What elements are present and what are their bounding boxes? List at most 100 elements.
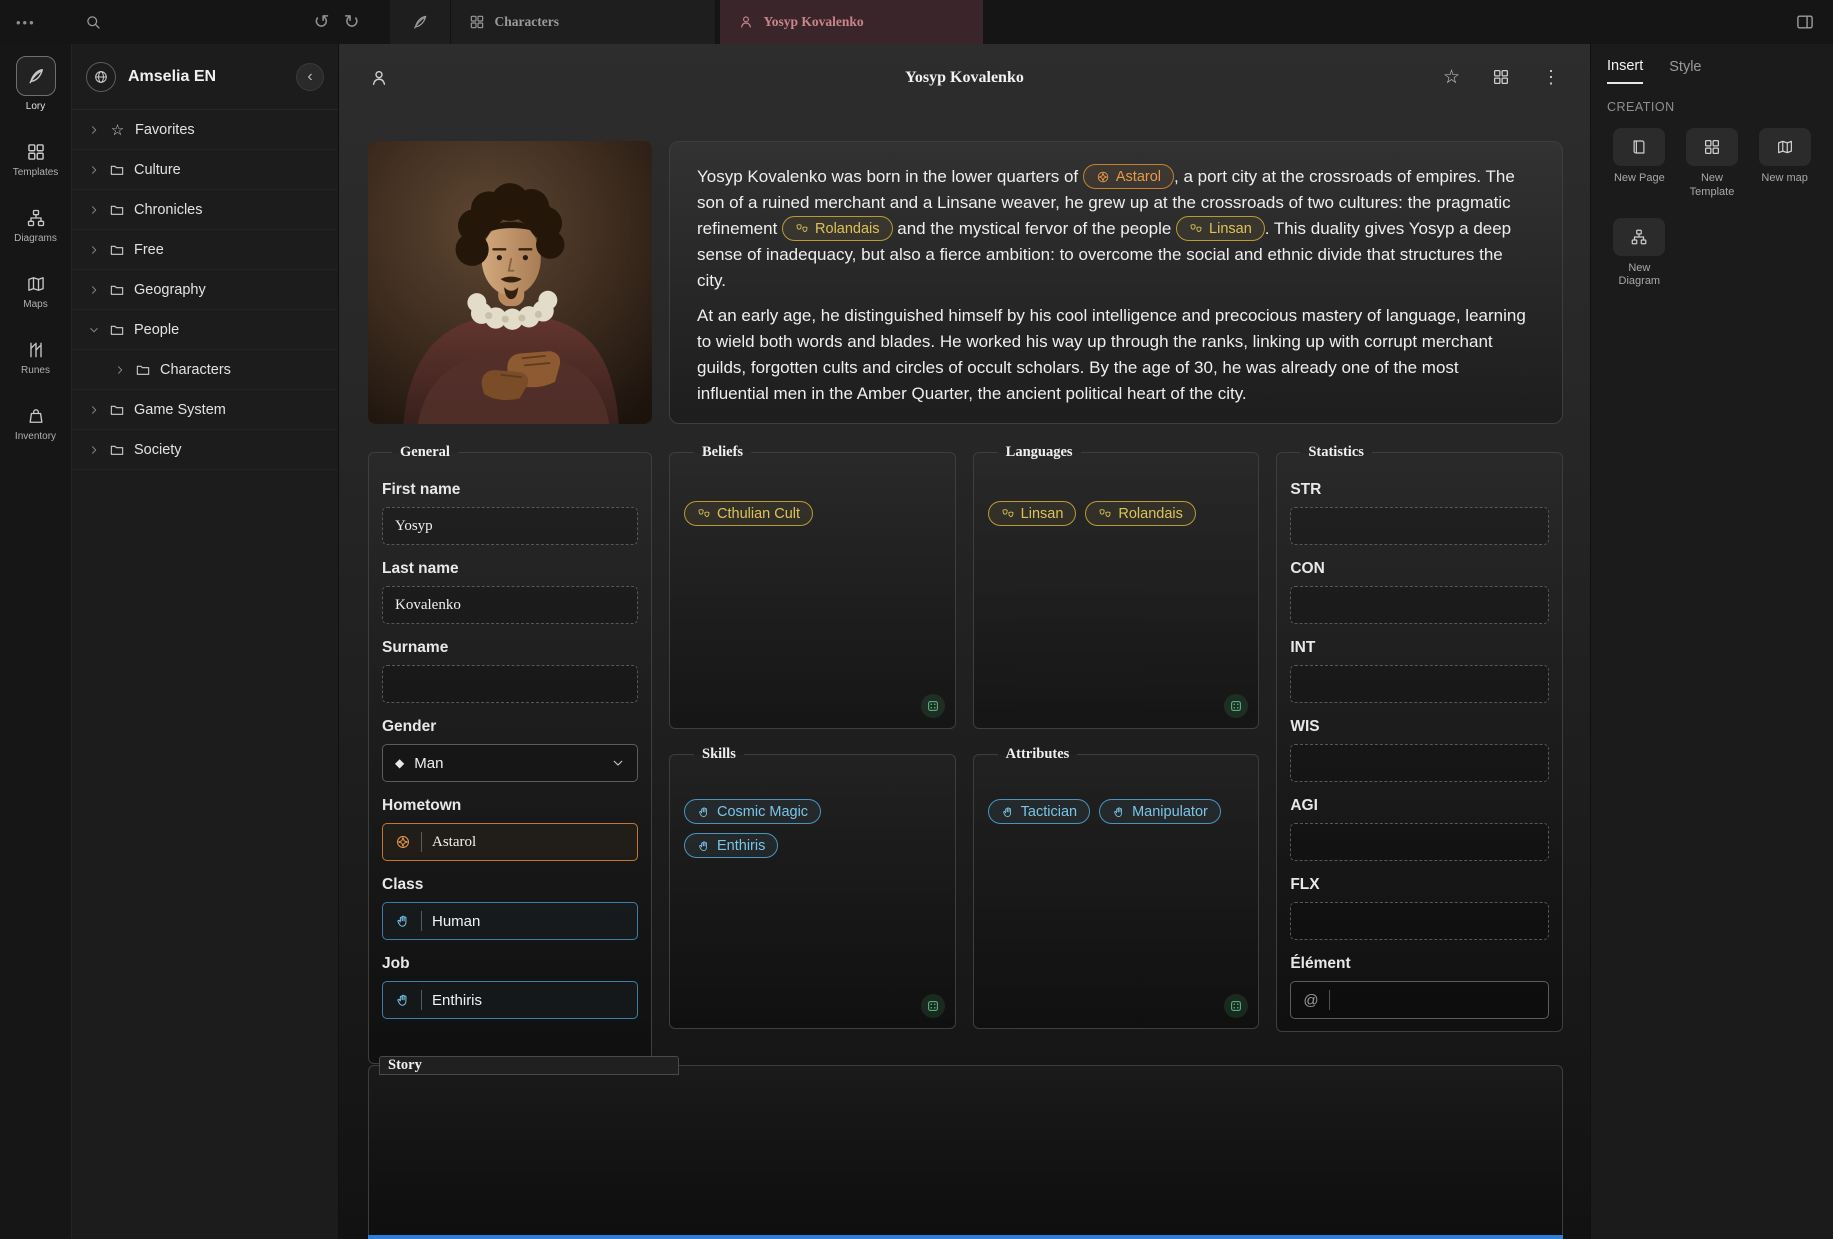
- element-input[interactable]: @: [1290, 981, 1549, 1019]
- dice-icon: [926, 699, 940, 713]
- job-input[interactable]: Enthiris: [382, 981, 638, 1019]
- sidebar-item-free[interactable]: Free: [72, 230, 338, 270]
- redo-button[interactable]: ↻: [344, 11, 360, 34]
- toggle-right-panel-button[interactable]: [1795, 12, 1815, 32]
- new-map-button[interactable]: New map: [1752, 128, 1817, 200]
- rail-item-runes[interactable]: Runes: [0, 340, 71, 376]
- kebab-icon: ⋮: [1542, 67, 1560, 87]
- diagram-icon: [26, 208, 46, 228]
- rail-item-templates[interactable]: Templates: [0, 142, 71, 178]
- tab-insert[interactable]: Insert: [1607, 58, 1643, 84]
- page-type-button[interactable]: [369, 68, 389, 88]
- at-icon: @: [1303, 992, 1318, 1009]
- hometown-input[interactable]: Astarol: [382, 823, 638, 861]
- globe-icon: [93, 69, 109, 85]
- tab-style[interactable]: Style: [1669, 58, 1701, 84]
- favorite-button[interactable]: ☆: [1443, 66, 1460, 89]
- new-template-button[interactable]: New Template: [1680, 128, 1745, 200]
- hand-icon: [395, 992, 411, 1008]
- tab-yosyp-kovalenko[interactable]: Yosyp Kovalenko: [720, 0, 983, 44]
- layout-icon: [1795, 12, 1815, 32]
- window-menu-button[interactable]: •••: [16, 15, 36, 30]
- sidebar-item-people[interactable]: People: [72, 310, 338, 350]
- activity-rail: Lory Templates Diagrams Maps Runes Inven…: [0, 44, 72, 1239]
- stat-wis-input[interactable]: [1290, 744, 1549, 782]
- portrait-image: [368, 141, 652, 424]
- folder-icon: [109, 242, 125, 258]
- tag-cthulian-cult[interactable]: Cthulian Cult: [684, 501, 813, 526]
- dice-icon: [926, 999, 940, 1013]
- sidebar-item-game-system[interactable]: Game System: [72, 390, 338, 430]
- sidebar-item-chronicles[interactable]: Chronicles: [72, 190, 338, 230]
- tag-cosmic-magic[interactable]: Cosmic Magic: [684, 799, 821, 824]
- stat-flx-input[interactable]: [1290, 902, 1549, 940]
- dice-roll-button[interactable]: [921, 694, 945, 718]
- story-editor[interactable]: [369, 1075, 1562, 1225]
- topbar: ••• ↺ ↻ Characters Yosyp Kovalenko: [0, 0, 1833, 44]
- sidebar-item-characters[interactable]: Characters: [72, 350, 338, 390]
- masks-icon: [1001, 507, 1015, 521]
- sidebar-item-geography[interactable]: Geography: [72, 270, 338, 310]
- folder-tree: ☆ Favorites Culture Chronicles Free: [72, 110, 338, 470]
- skills-panel: Skills Cosmic Magic Enthiris: [669, 746, 956, 1029]
- statistics-legend: Statistics: [1300, 444, 1372, 461]
- insert-panel-tabs: Insert Style: [1607, 58, 1817, 84]
- rail-item-label: Lory: [26, 101, 45, 112]
- hand-icon: [697, 805, 711, 819]
- sidebar-item-label: Free: [134, 242, 164, 258]
- last-name-input[interactable]: [382, 586, 638, 624]
- grid-icon: [469, 14, 485, 30]
- new-page-button[interactable]: New Page: [1607, 128, 1672, 200]
- rail-item-lory[interactable]: Lory: [0, 56, 71, 112]
- dice-roll-button[interactable]: [1224, 994, 1248, 1018]
- project-title: Amselia EN: [128, 68, 216, 86]
- class-input[interactable]: Human: [382, 902, 638, 940]
- tag-label: Rolandais: [1118, 506, 1183, 522]
- stat-str-input[interactable]: [1290, 507, 1549, 545]
- beliefs-legend: Beliefs: [694, 444, 751, 461]
- stat-int-input[interactable]: [1290, 665, 1549, 703]
- dice-roll-button[interactable]: [1224, 694, 1248, 718]
- character-portrait[interactable]: [368, 141, 652, 424]
- tag-linsan[interactable]: Linsan: [988, 501, 1077, 526]
- gender-select[interactable]: ◆ Man: [382, 744, 638, 782]
- layout-grid-button[interactable]: [1492, 68, 1510, 86]
- rail-item-maps[interactable]: Maps: [0, 274, 71, 310]
- creation-buttons: New Page New Template New map New Diagra…: [1607, 128, 1817, 289]
- bio-text: Yosyp Kovalenko was born in the lower qu…: [697, 167, 1083, 186]
- search-icon: [84, 13, 102, 31]
- surname-input[interactable]: [382, 665, 638, 703]
- tab-characters[interactable]: Characters: [451, 0, 716, 44]
- project-avatar[interactable]: [86, 62, 116, 92]
- sidebar-item-society[interactable]: Society: [72, 430, 338, 470]
- tag-rolandais[interactable]: Rolandais: [1085, 501, 1196, 526]
- rail-item-inventory[interactable]: Inventory: [0, 406, 71, 442]
- chevron-down-icon: [88, 324, 100, 336]
- masks-icon: [795, 222, 809, 236]
- mention-astarol[interactable]: Astarol: [1083, 164, 1174, 189]
- undo-button[interactable]: ↺: [314, 11, 330, 34]
- biography-text-block[interactable]: Yosyp Kovalenko was born in the lower qu…: [669, 141, 1563, 424]
- statistics-panel: Statistics STR CON INT WIS: [1276, 444, 1563, 1032]
- stat-con-input[interactable]: [1290, 586, 1549, 624]
- new-diagram-button[interactable]: New Diagram: [1607, 218, 1672, 290]
- tag-manipulator[interactable]: Manipulator: [1099, 799, 1221, 824]
- mention-linsan[interactable]: Linsan: [1176, 216, 1265, 241]
- tag-tactician[interactable]: Tactician: [988, 799, 1090, 824]
- masks-icon: [697, 507, 711, 521]
- sidebar-item-culture[interactable]: Culture: [72, 150, 338, 190]
- sidebar-item-favorites[interactable]: ☆ Favorites: [72, 110, 338, 150]
- more-options-button[interactable]: ⋮: [1542, 67, 1560, 88]
- tag-enthiris[interactable]: Enthiris: [684, 833, 778, 858]
- first-name-input[interactable]: [382, 507, 638, 545]
- tag-label: Cosmic Magic: [717, 804, 808, 820]
- redo-icon: ↻: [344, 12, 360, 33]
- dice-roll-button[interactable]: [921, 994, 945, 1018]
- search-button[interactable]: [84, 13, 102, 31]
- collapse-sidebar-button[interactable]: ‹: [296, 63, 324, 91]
- mention-rolandais[interactable]: Rolandais: [782, 216, 893, 241]
- tab-home[interactable]: [390, 0, 451, 44]
- stat-agi-input[interactable]: [1290, 823, 1549, 861]
- chevron-left-icon: ‹: [307, 68, 312, 85]
- rail-item-diagrams[interactable]: Diagrams: [0, 208, 71, 244]
